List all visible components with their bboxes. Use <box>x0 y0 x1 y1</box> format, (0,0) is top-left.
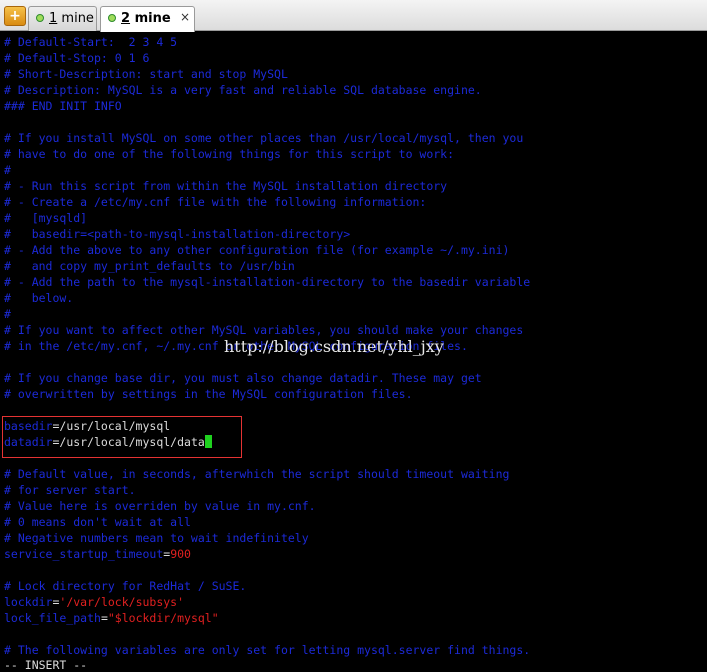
code-segment: # Short-Description: start and stop MySQ… <box>4 67 288 81</box>
code-line: # If you want to affect other MySQL vari… <box>4 322 523 338</box>
status-dot-icon <box>108 14 116 22</box>
code-segment: # - Add the above to any other configura… <box>4 243 510 257</box>
code-line: # Negative numbers mean to wait indefini… <box>4 530 309 546</box>
code-segment: # Negative numbers mean to wait indefini… <box>4 531 309 545</box>
code-line: # Value here is overriden by value in my… <box>4 498 316 514</box>
code-line: service_startup_timeout=900 <box>4 546 191 562</box>
code-segment: 900 <box>170 547 191 561</box>
code-line: # below. <box>4 290 73 306</box>
mode-line: -- INSERT -- <box>4 658 88 672</box>
code-segment: # 0 means don't wait at all <box>4 515 191 529</box>
code-segment: # If you install MySQL on some other pla… <box>4 131 524 145</box>
code-line: # Description: MySQL is a very fast and … <box>4 82 482 98</box>
code-segment: = <box>100 611 108 625</box>
code-line: lockdir='/var/lock/subsys' <box>4 594 184 610</box>
tab-label: 2 mine <box>121 11 171 26</box>
code-segment: # below. <box>4 291 74 305</box>
close-tab-icon[interactable]: × <box>180 10 190 24</box>
code-segment: # <box>4 307 11 321</box>
code-segment: # - Run this script from within the MySQ… <box>4 179 448 193</box>
code-segment: # Default-Stop: 0 1 6 <box>4 51 150 65</box>
code-line: lock_file_path="$lockdir/mysql" <box>4 610 219 626</box>
code-line: # 0 means don't wait at all <box>4 514 191 530</box>
code-line: # have to do one of the following things… <box>4 146 454 162</box>
code-line: # - Add the path to the mysql-installati… <box>4 274 530 290</box>
code-line: # overwritten by settings in the MySQL c… <box>4 386 413 402</box>
code-segment: # have to do one of the following things… <box>4 147 455 161</box>
code-segment: lockdir <box>4 595 53 609</box>
code-line: # Lock directory for RedHat / SuSE. <box>4 578 246 594</box>
code-line: # <box>4 306 11 322</box>
code-segment: # The following variables are only set f… <box>4 643 531 657</box>
code-line: # basedir=<path-to-mysql-installation-di… <box>4 226 350 242</box>
code-segment: service_startup_timeout <box>4 547 164 561</box>
code-line: ### END INIT INFO <box>4 98 122 114</box>
code-segment: # [mysqld] <box>4 211 88 225</box>
code-line: # - Add the above to any other configura… <box>4 242 509 258</box>
highlight-box <box>2 416 242 458</box>
new-tab-button[interactable]: + <box>4 6 26 26</box>
plus-icon: + <box>9 8 21 24</box>
code-segment: # and copy my_print_defaults to /usr/bin <box>4 259 295 273</box>
code-segment: # <box>4 163 11 177</box>
code-line: # Default value, in seconds, afterwhich … <box>4 466 509 482</box>
code-segment: # for server start. <box>4 483 136 497</box>
code-segment: # Default value, in seconds, afterwhich … <box>4 467 510 481</box>
code-segment: # - Create a /etc/my.cnf file with the f… <box>4 195 427 209</box>
code-line: # - Create a /etc/my.cnf file with the f… <box>4 194 426 210</box>
code-line: # and copy my_print_defaults to /usr/bin <box>4 258 295 274</box>
status-dot-icon <box>36 14 44 22</box>
code-segment: # If you change base dir, you must also … <box>4 371 482 385</box>
code-segment: # Value here is overriden by value in my… <box>4 499 316 513</box>
code-segment: # - Add the path to the mysql-installati… <box>4 275 531 289</box>
code-line: # The following variables are only set f… <box>4 642 530 658</box>
code-segment: # Description: MySQL is a very fast and … <box>4 83 482 97</box>
tab-label: 1 mine <box>49 11 94 26</box>
code-segment: # Lock directory for RedHat / SuSE. <box>4 579 247 593</box>
tab-bar: + 1 mine 2 mine × <box>0 0 707 32</box>
code-segment: # overwritten by settings in the MySQL c… <box>4 387 413 401</box>
terminal-editor[interactable]: # Default-Start: 2 3 4 5 # Default-Stop: … <box>0 32 707 672</box>
code-segment: # Default-Start: 2 3 4 5 <box>4 35 178 49</box>
code-line: # Default-Start: 2 3 4 5 <box>4 34 177 50</box>
code-segment: lock_file_path <box>4 611 101 625</box>
code-line: # Default-Stop: 0 1 6 <box>4 50 149 66</box>
code-segment: "$lockdir/mysql" <box>107 611 219 625</box>
code-line: # for server start. <box>4 482 136 498</box>
code-line: # If you change base dir, you must also … <box>4 370 482 386</box>
watermark: http://blog.csdn.net/yhl_jxy <box>224 337 444 356</box>
code-segment: # basedir=<path-to-mysql-installation-di… <box>4 227 351 241</box>
code-line: # <box>4 162 11 178</box>
code-line: # Short-Description: start and stop MySQ… <box>4 66 288 82</box>
tab-2-mine[interactable]: 2 mine × <box>100 6 195 32</box>
code-line: # - Run this script from within the MySQ… <box>4 178 447 194</box>
code-line: # [mysqld] <box>4 210 87 226</box>
code-segment: ### END INIT INFO <box>4 99 122 113</box>
code-line: # If you install MySQL on some other pla… <box>4 130 523 146</box>
code-segment: # If you want to affect other MySQL vari… <box>4 323 524 337</box>
code-segment: '/var/lock/subsys' <box>59 595 185 609</box>
tab-1-mine[interactable]: 1 mine <box>28 6 97 31</box>
